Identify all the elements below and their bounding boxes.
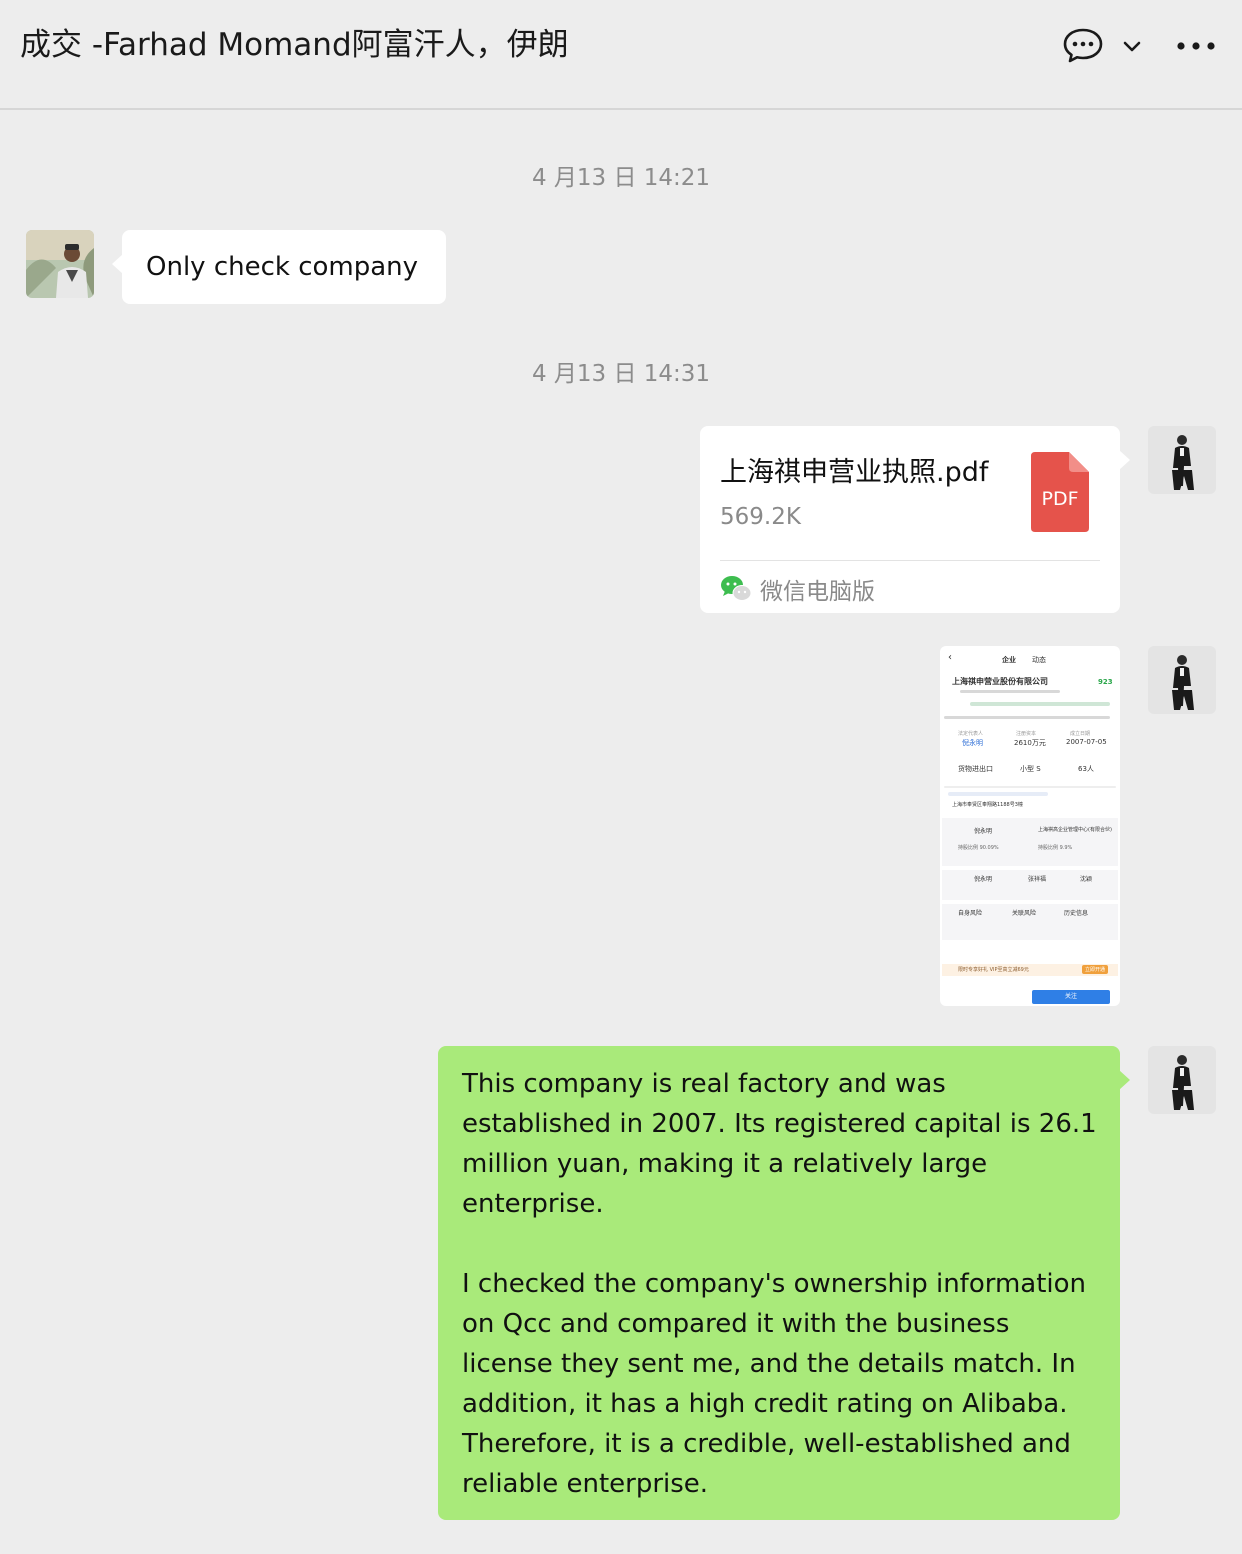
timestamp: 4 月13 日 14:31 — [531, 361, 711, 387]
back-icon: ‹ — [948, 652, 952, 663]
screenshot-company-name: 上海祺申营业股份有限公司 — [952, 677, 1048, 686]
image-message-screenshot[interactable]: ‹ 企业 动态 上海祺申营业股份有限公司 923 法定代表人 注册资本 成立日期… — [940, 646, 1120, 1006]
bubble-tail — [1119, 450, 1130, 470]
screenshot-scale: 小型 S — [1020, 765, 1041, 773]
screenshot-divider — [944, 786, 1116, 788]
more-icon[interactable] — [1172, 24, 1220, 68]
screenshot-shareholder2-pct: 持股比例 9.9% — [1038, 845, 1073, 851]
self-avatar[interactable] — [1148, 426, 1216, 494]
screenshot-founded: 2007-07-05 — [1066, 738, 1107, 746]
contact-avatar[interactable] — [26, 230, 94, 298]
file-message-card[interactable]: 上海祺申营业执照.pdf 569.2K PDF 微信电脑版 — [700, 426, 1130, 613]
screenshot-capital-label: 注册资本 — [1016, 731, 1037, 737]
wechat-icon — [721, 576, 752, 601]
screenshot-capital: 2610万元 — [1014, 739, 1046, 747]
self-avatar[interactable] — [1148, 646, 1216, 714]
bubble-tail — [112, 254, 123, 274]
screenshot-staff: 63人 — [1078, 765, 1094, 773]
file-source-label: 微信电脑版 — [760, 579, 875, 605]
chat-title: 成交 -Farhad Momand阿富汗人，伊朗 — [20, 27, 569, 63]
chat-header: 成交 -Farhad Momand阿富汗人，伊朗 — [0, 0, 1242, 110]
screenshot-founded-label: 成立日期 — [1070, 731, 1091, 737]
bubble-tail — [1119, 1070, 1130, 1090]
message-text: Only check company — [146, 252, 419, 282]
screenshot-score: 923 — [1098, 678, 1113, 686]
file-name[interactable]: 上海祺申营业执照.pdf — [720, 450, 988, 489]
screenshot-shareholder1-pct: 持股比例 90.09% — [958, 845, 999, 851]
screenshot-shareholder2: 上海祺高企业管理中心(有限合伙) — [1038, 827, 1112, 833]
timestamp: 4 月13 日 14:21 — [531, 165, 711, 191]
screenshot-promo: 限时专享好礼 VIP至高立减69元 — [958, 967, 1029, 973]
pdf-type-label: PDF — [1041, 488, 1079, 510]
message-paragraph-1: This company is real factory and was est… — [462, 1069, 1097, 1219]
screenshot-line — [960, 690, 1060, 693]
screenshot-risk1: 自身风险 — [958, 910, 983, 917]
screenshot-risk2: 关联风险 — [1012, 910, 1037, 917]
screenshot-promo-button: 立即开通 — [1082, 965, 1109, 974]
screenshot-legal-rep: 倪永明 — [962, 739, 983, 747]
screenshot-follow-button: 关注 — [1032, 990, 1110, 1004]
incoming-message-bubble[interactable]: Only check company — [112, 230, 446, 304]
screenshot-person1: 倪永明 — [974, 876, 993, 883]
screenshot-legal-rep-label: 法定代表人 — [958, 731, 984, 737]
file-size: 569.2K — [720, 504, 801, 530]
chevron-down-icon[interactable] — [1118, 24, 1146, 68]
screenshot-address: 上海市奉贤区奉翔路1188号3幢 — [952, 802, 1023, 808]
screenshot-tab-company: 企业 — [1002, 656, 1016, 664]
screenshot-tags — [970, 702, 1110, 706]
screenshot-person3: 沈颖 — [1080, 876, 1093, 883]
screenshot-line — [944, 716, 1110, 719]
screenshot-tab-news: 动态 — [1032, 656, 1046, 664]
screenshot-person2: 张祥福 — [1028, 876, 1047, 883]
screenshot-industry: 货物进出口 — [958, 765, 993, 773]
self-avatar[interactable] — [1148, 1046, 1216, 1114]
screenshot-shareholder1: 倪永明 — [974, 828, 993, 835]
screenshot-phone — [948, 792, 1048, 796]
chat-bubble-icon[interactable] — [1060, 24, 1106, 68]
message-paragraph-2: I checked the company's ownership inform… — [462, 1269, 1087, 1499]
divider — [720, 560, 1100, 561]
screenshot-risk3: 历史信息 — [1064, 910, 1089, 917]
outgoing-message-bubble[interactable]: This company is real factory and was est… — [438, 1046, 1130, 1520]
